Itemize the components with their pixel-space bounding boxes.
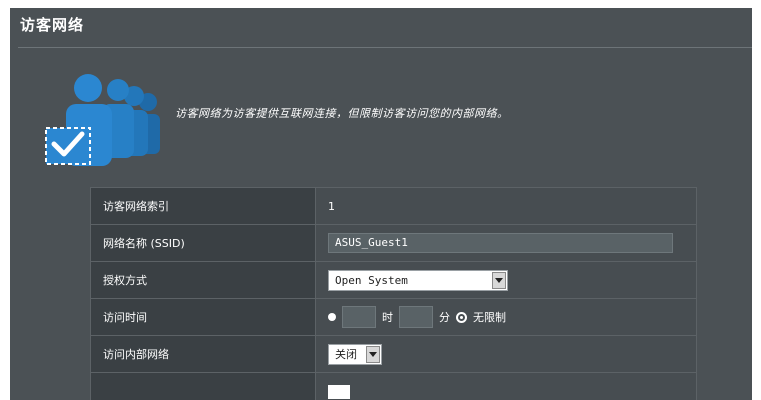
ssid-input[interactable]: ASUS_Guest1 [328, 233, 673, 253]
radio-limited[interactable] [328, 313, 336, 321]
auth-method-select[interactable]: Open System [328, 269, 508, 291]
row-auth-method: 授权方式 Open System [90, 261, 697, 299]
value-network-index: 1 [315, 187, 697, 225]
label-auth-method: 授权方式 [90, 261, 316, 299]
label-access-time: 访问时间 [90, 298, 316, 336]
label-network-index: 访客网络索引 [90, 187, 316, 225]
guest-network-panel: 访客网络 访客网络为访客提供互联网连接，但限制访客访问您的内部网络。 访客网络索… [10, 8, 752, 400]
row-partial [90, 372, 697, 400]
intranet-access-select[interactable]: 关闭 [328, 343, 382, 365]
chevron-down-icon[interactable] [492, 271, 506, 289]
row-network-index: 访客网络索引 1 [90, 187, 697, 225]
label-ssid: 网络名称 (SSID) [90, 224, 316, 262]
hour-unit: 时 [382, 311, 393, 324]
intranet-access-selected: 关闭 [335, 348, 357, 361]
row-intranet-access: 访问内部网络 关闭 [90, 335, 697, 373]
radio-unlimited[interactable] [456, 311, 467, 323]
auth-method-selected: Open System [335, 273, 408, 287]
unlimited-label: 无限制 [473, 311, 506, 324]
guest-settings-table: 访客网络索引 1 网络名称 (SSID) ASUS_Guest1 授权方式 Op… [90, 187, 697, 400]
partial-toggle[interactable] [328, 384, 350, 399]
minute-unit: 分 [439, 311, 450, 324]
chevron-down-icon[interactable] [366, 345, 380, 363]
label-intranet-access: 访问内部网络 [90, 335, 316, 373]
panel-title: 访客网络 [20, 16, 85, 34]
minute-input[interactable] [399, 306, 433, 328]
title-divider [18, 47, 752, 48]
label-partial [90, 372, 316, 400]
row-ssid: 网络名称 (SSID) ASUS_Guest1 [90, 224, 697, 262]
intro-text: 访客网络为访客提供互联网连接，但限制访客访问您的内部网络。 [175, 107, 509, 120]
hour-input[interactable] [342, 306, 376, 328]
guest-network-icon [45, 74, 160, 166]
row-access-time: 访问时间 时 分 无限制 [90, 298, 697, 336]
